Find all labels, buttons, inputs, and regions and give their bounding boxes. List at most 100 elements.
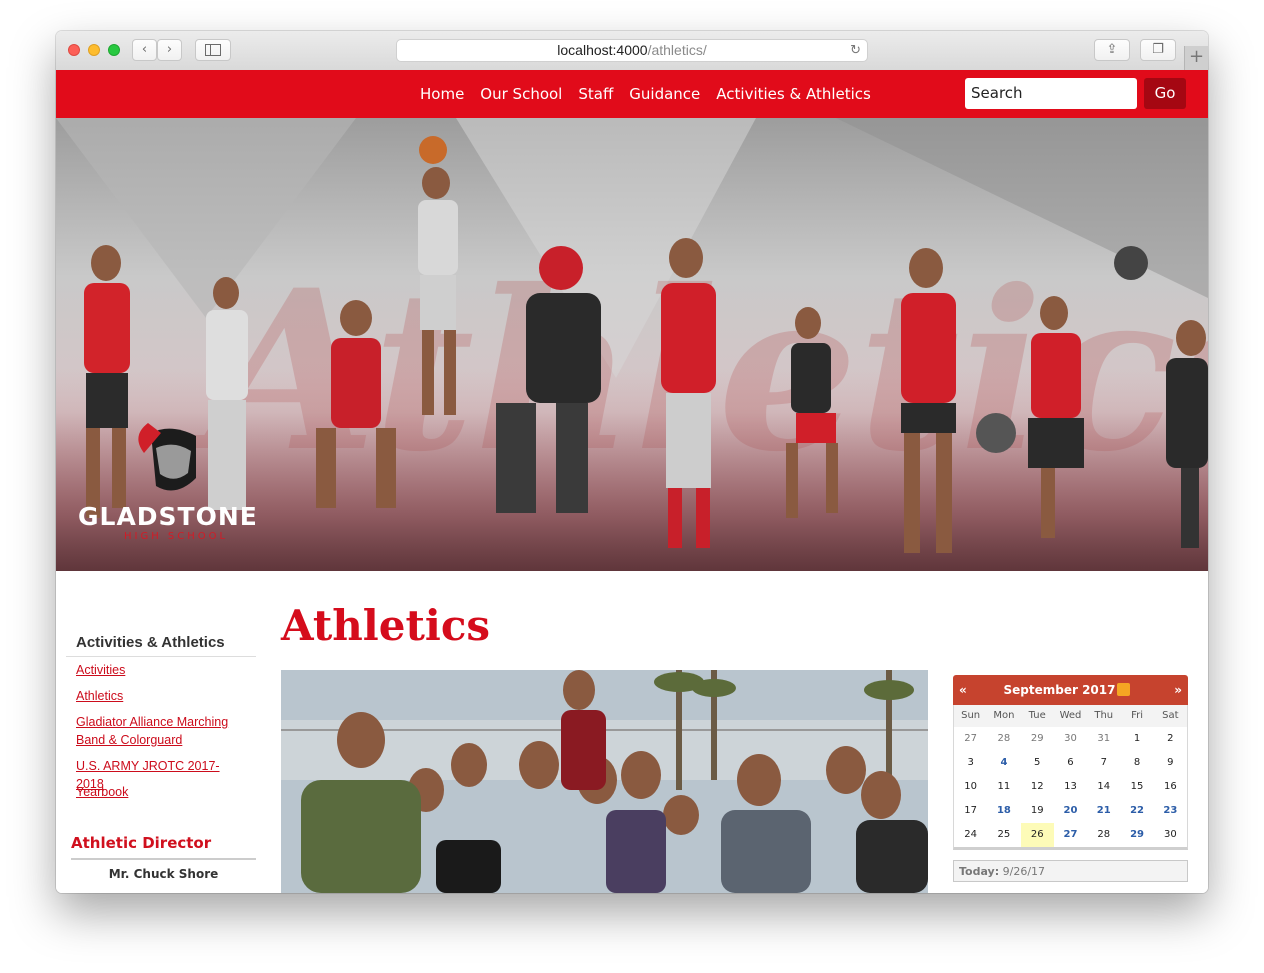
page-title: Athletics: [281, 601, 491, 650]
go-button[interactable]: Go: [1144, 78, 1186, 109]
athletic-director-heading: Athletic Director: [71, 834, 212, 852]
today-label: Today:: [959, 865, 1000, 878]
sidebar-divider: [66, 656, 256, 657]
plus-icon: +: [1188, 46, 1205, 67]
logo-subtext: HIGH SCHOOL: [124, 531, 229, 542]
calendar-day[interactable]: 30: [1154, 823, 1187, 847]
sidebar-link-activities[interactable]: Activities: [76, 661, 246, 679]
calendar-dow: Fri: [1120, 705, 1154, 727]
calendar-day[interactable]: 19: [1021, 799, 1054, 823]
share-icon: ⇪: [1106, 42, 1118, 57]
calendar-day[interactable]: 7: [1087, 751, 1120, 775]
title-bar: ‹ › localhost:4000/athletics/ ↻ ⇪ ❐ +: [56, 31, 1208, 71]
sidebar-button[interactable]: [195, 39, 231, 61]
athletic-director-name: Mr. Chuck Shore: [108, 867, 219, 881]
calendar-day-event[interactable]: 20: [1054, 799, 1087, 823]
hero-banner: Athletics: [56, 118, 1208, 571]
calendar-week: 3 4 5 6 7 8 9: [954, 751, 1187, 775]
calendar-month: September 2017: [953, 675, 1188, 705]
rss-icon[interactable]: [1117, 683, 1130, 696]
calendar-day[interactable]: 8: [1120, 751, 1153, 775]
zoom-window-button[interactable]: [108, 44, 120, 56]
nav-links: Home Our School Staff Guidance Activitie…: [412, 70, 879, 118]
calendar-day[interactable]: 25: [987, 823, 1020, 847]
page-content: Activities & Athletics Activities Athlet…: [56, 571, 1208, 893]
calendar-day-event[interactable]: 22: [1120, 799, 1153, 823]
nav-our-school[interactable]: Our School: [472, 70, 570, 118]
calendar-day[interactable]: 27: [954, 727, 987, 751]
calendar-day[interactable]: 16: [1154, 775, 1187, 799]
calendar-day[interactable]: 12: [1021, 775, 1054, 799]
sidebar-title: Activities & Athletics: [76, 634, 225, 651]
calendar-grid: Sun Mon Tue Wed Thu Fri Sat 27 28 29 30 …: [953, 705, 1188, 850]
calendar-dow-row: Sun Mon Tue Wed Thu Fri Sat: [954, 705, 1187, 727]
calendar-week: 24 25 26 27 28 29 30: [954, 823, 1187, 847]
today-value: 9/26/17: [1002, 865, 1046, 878]
close-window-button[interactable]: [68, 44, 80, 56]
calendar-week: 27 28 29 30 31 1 2: [954, 727, 1187, 751]
calendar-week: 10 11 12 13 14 15 16: [954, 775, 1187, 799]
address-bar[interactable]: localhost:4000/athletics/ ↻: [396, 39, 868, 62]
calendar-day[interactable]: 30: [1054, 727, 1087, 751]
calendar-dow: Wed: [1053, 705, 1088, 727]
calendar-day[interactable]: 3: [954, 751, 987, 775]
calendar-day[interactable]: 13: [1054, 775, 1087, 799]
calendar-day-event[interactable]: 23: [1154, 799, 1187, 823]
browser-window: ‹ › localhost:4000/athletics/ ↻ ⇪ ❐ + Ho…: [56, 31, 1208, 893]
calendar-dow: Tue: [1020, 705, 1054, 727]
calendar-day[interactable]: 6: [1054, 751, 1087, 775]
calendar-day[interactable]: 29: [1021, 727, 1054, 751]
calendar-day-event[interactable]: 18: [987, 799, 1020, 823]
calendar-day[interactable]: 28: [1087, 823, 1120, 847]
calendar-dow: Sun: [954, 705, 988, 727]
sidebar-icon: [205, 44, 221, 56]
calendar-dow: Mon: [987, 705, 1021, 727]
sidebar-link-yearbook[interactable]: Yearbook: [76, 783, 246, 801]
calendar-week: 17 18 19 20 21 22 23: [954, 799, 1187, 823]
sidebar-link-marching-band[interactable]: Gladiator Alliance Marching Band & Color…: [76, 713, 246, 749]
tabs-icon: ❐: [1152, 42, 1164, 57]
calendar-day-event[interactable]: 21: [1087, 799, 1120, 823]
calendar-day[interactable]: 17: [954, 799, 987, 823]
forward-button[interactable]: ›: [157, 39, 182, 61]
calendar-day[interactable]: 1: [1120, 727, 1153, 751]
calendar-day[interactable]: 2: [1154, 727, 1187, 751]
events-calendar: « September 2017 » Sun Mon Tue Wed Thu F…: [953, 675, 1188, 882]
calendar-day-today[interactable]: 26: [1020, 823, 1054, 847]
sidebar-link-athletics[interactable]: Athletics: [76, 687, 246, 705]
calendar-day-event[interactable]: 4: [987, 751, 1020, 775]
share-button[interactable]: ⇪: [1094, 39, 1130, 61]
calendar-header: « September 2017 »: [953, 675, 1188, 705]
new-tab-button[interactable]: +: [1184, 46, 1208, 70]
calendar-day[interactable]: 9: [1154, 751, 1187, 775]
search-input[interactable]: Search: [965, 78, 1137, 109]
chevron-right-icon: ›: [166, 42, 173, 57]
calendar-day[interactable]: 31: [1087, 727, 1120, 751]
nav-home[interactable]: Home: [412, 70, 472, 118]
url-path: /athletics/: [647, 42, 707, 58]
calendar-day[interactable]: 15: [1120, 775, 1153, 799]
nav-staff[interactable]: Staff: [570, 70, 621, 118]
calendar-dow: Thu: [1087, 705, 1121, 727]
team-photo: [281, 670, 928, 893]
calendar-day[interactable]: 11: [987, 775, 1020, 799]
back-button[interactable]: ‹: [132, 39, 157, 61]
url-host: localhost:4000: [557, 42, 648, 58]
athletic-director-divider: [71, 858, 256, 860]
nav-guidance[interactable]: Guidance: [621, 70, 708, 118]
reload-icon[interactable]: ↻: [850, 40, 861, 61]
nav-activities-athletics[interactable]: Activities & Athletics: [708, 70, 879, 118]
calendar-month-label: September 2017: [1003, 683, 1116, 697]
minimize-window-button[interactable]: [88, 44, 100, 56]
calendar-day-event[interactable]: 27: [1054, 823, 1087, 847]
calendar-day[interactable]: 10: [954, 775, 987, 799]
chevron-left-icon: ‹: [141, 42, 148, 57]
tabs-button[interactable]: ❐: [1140, 39, 1176, 61]
calendar-today-bar[interactable]: Today: 9/26/17: [953, 860, 1188, 882]
calendar-day[interactable]: 24: [954, 823, 987, 847]
calendar-next-button[interactable]: »: [1174, 675, 1182, 705]
calendar-day[interactable]: 14: [1087, 775, 1120, 799]
calendar-day[interactable]: 5: [1021, 751, 1054, 775]
calendar-day-event[interactable]: 29: [1120, 823, 1153, 847]
calendar-day[interactable]: 28: [987, 727, 1020, 751]
